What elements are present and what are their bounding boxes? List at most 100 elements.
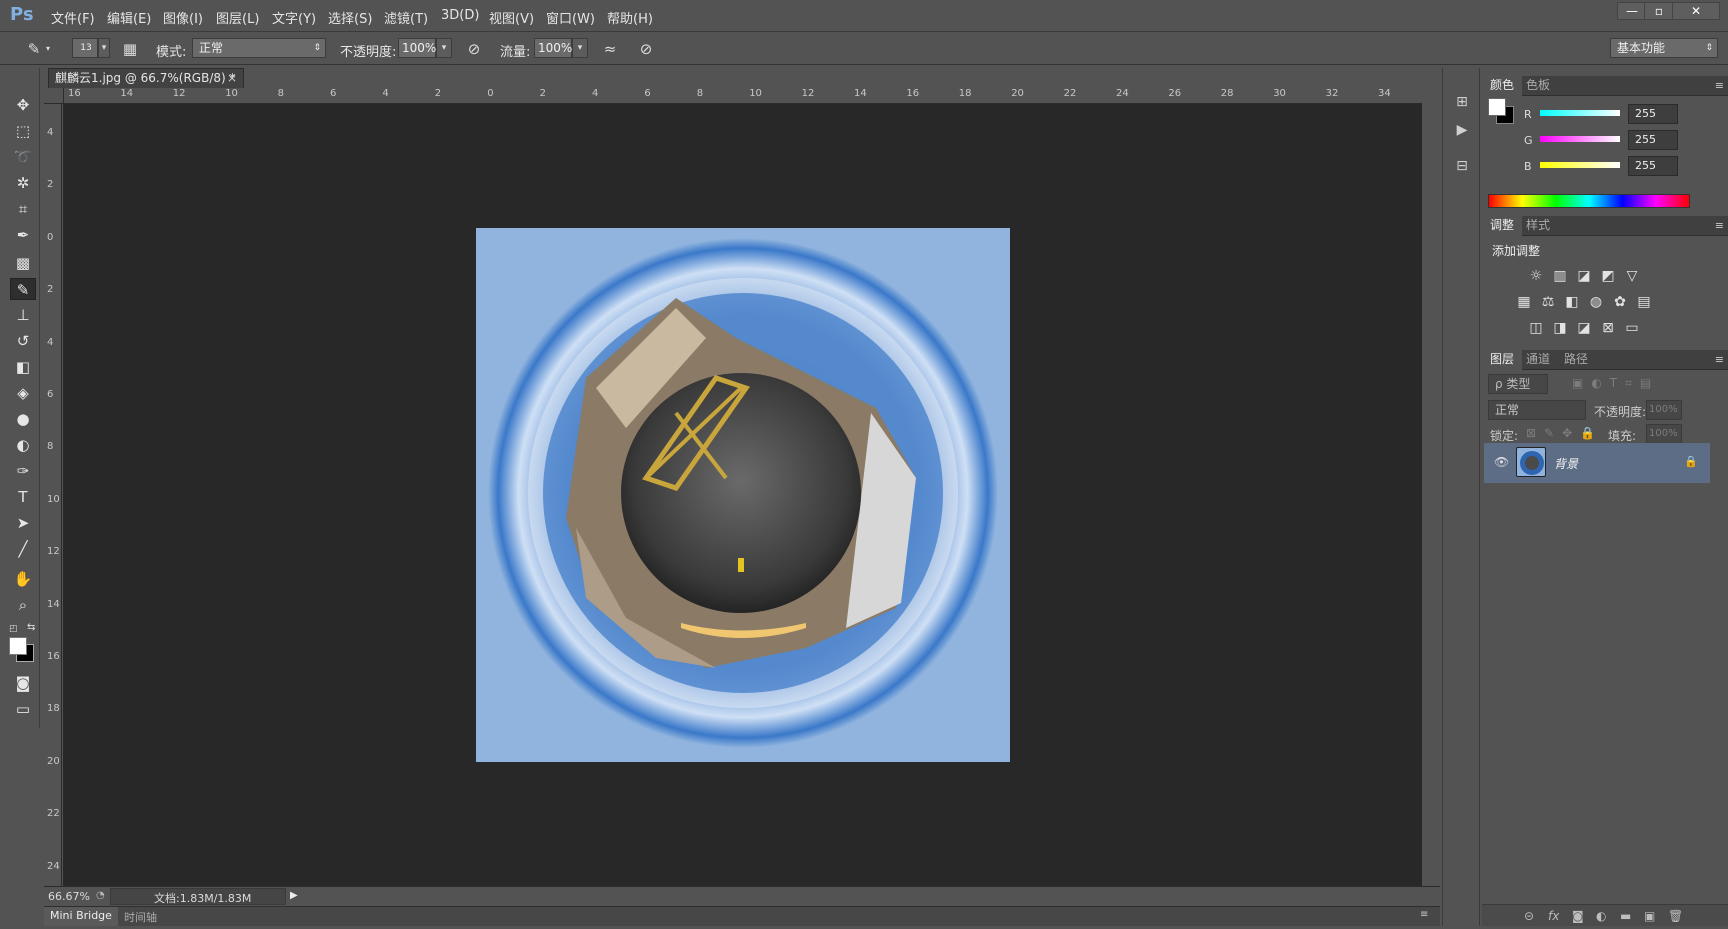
layer-opacity-input[interactable]: 100% <box>1646 400 1682 420</box>
blue-slider[interactable] <box>1540 162 1620 168</box>
quick-mask-icon[interactable]: ◙ <box>10 672 36 694</box>
color-balance-icon[interactable]: ⚖ <box>1538 292 1558 312</box>
menu-image[interactable]: 图像(I) <box>163 8 203 27</box>
new-group-icon[interactable]: ▬ <box>1620 909 1631 923</box>
panel-menu-icon[interactable]: ≡ <box>1420 909 1428 920</box>
hue-saturation-icon[interactable]: ▦ <box>1514 292 1534 312</box>
red-slider[interactable] <box>1540 110 1620 116</box>
levels-icon[interactable]: ▥ <box>1550 266 1570 286</box>
ruler-horizontal[interactable]: 16 14 12 10 8 6 4 2 0 2 4 6 8 10 12 14 16 18 20 22 24 26 28 30 3… <box>64 88 1422 104</box>
blend-mode-select[interactable]: 正常 <box>1488 400 1586 420</box>
posterize-icon[interactable]: ◨ <box>1550 318 1570 338</box>
brush-panel-toggle-icon[interactable]: ▦ <box>120 39 140 59</box>
brush-size-dropdown[interactable]: ▾ <box>98 38 110 58</box>
pressure-opacity-icon[interactable]: ⊘ <box>464 39 484 59</box>
clone-stamp-tool-icon[interactable]: ⊥ <box>10 304 36 326</box>
vibrance-icon[interactable]: ▽ <box>1622 266 1642 286</box>
layer-filter-select[interactable]: ρ 类型 <box>1488 374 1548 394</box>
dodge-tool-icon[interactable]: ◐ <box>10 434 36 456</box>
chevron-down-icon[interactable]: ▾ <box>42 39 54 59</box>
swap-colors-icon[interactable]: ⇆ <box>27 622 35 633</box>
brush-preset-icon[interactable]: ✎ <box>24 39 44 59</box>
airbrush-icon[interactable]: ≈ <box>600 39 620 59</box>
menu-select[interactable]: 选择(S) <box>328 8 372 27</box>
menu-type[interactable]: 文字(Y) <box>272 8 316 27</box>
green-input[interactable]: 255 <box>1628 130 1678 150</box>
layer-row-background[interactable]: 👁 背景 🔒 <box>1484 443 1710 483</box>
restore-button[interactable]: ▫ <box>1644 2 1674 20</box>
add-mask-icon[interactable]: ◙ <box>1572 909 1584 923</box>
new-layer-icon[interactable]: ▣ <box>1644 909 1655 923</box>
ruler-vertical[interactable]: 4 2 0 2 4 6 8 10 12 14 16 18 20 22 24 <box>44 104 62 886</box>
exposure-icon[interactable]: ◩ <box>1598 266 1618 286</box>
tab-color[interactable]: 颜色 <box>1482 76 1523 96</box>
properties-panel-icon[interactable]: ⊟ <box>1452 156 1472 176</box>
actions-panel-icon[interactable]: ▶ <box>1452 120 1472 140</box>
brightness-contrast-icon[interactable]: ☼ <box>1526 266 1546 286</box>
hand-tool-icon[interactable]: ✋ <box>10 568 36 590</box>
new-adjustment-icon[interactable]: ◐ <box>1596 909 1606 923</box>
status-menu-arrow-icon[interactable]: ▶ <box>290 890 298 901</box>
minimize-button[interactable]: — <box>1617 2 1647 20</box>
opacity-input[interactable]: 100% <box>398 38 436 58</box>
color-panel-fg-swatch[interactable] <box>1488 98 1506 116</box>
brush-tool-icon[interactable]: ✎ <box>10 278 36 300</box>
close-icon[interactable]: × <box>227 69 237 88</box>
trash-icon[interactable]: 🗑 <box>1668 909 1683 923</box>
threshold-icon[interactable]: ◪ <box>1574 318 1594 338</box>
screen-mode-icon[interactable]: ▭ <box>10 698 36 720</box>
layer-filter-icons[interactable]: ▣◐T⌗▤ <box>1572 376 1659 391</box>
tab-paths[interactable]: 路径 <box>1556 350 1596 370</box>
marquee-tool-icon[interactable]: ⬚ <box>10 120 36 142</box>
menu-filter[interactable]: 滤镜(T) <box>384 8 428 27</box>
status-info-icon[interactable]: ◔ <box>96 890 105 901</box>
lock-options-icons[interactable]: ⊠✎✥🔒 <box>1526 426 1603 440</box>
gradient-map-icon[interactable]: ▭ <box>1622 318 1642 338</box>
blur-tool-icon[interactable]: ● <box>10 408 36 430</box>
panel-menu-icon[interactable]: ≡ <box>1715 219 1724 232</box>
default-colors-icon[interactable]: ◰ <box>9 624 18 634</box>
eyedropper-tool-icon[interactable]: ✒ <box>10 224 36 246</box>
channel-mixer-icon[interactable]: ✿ <box>1610 292 1630 312</box>
brush-size-picker[interactable]: 13 <box>72 38 98 58</box>
fx-icon[interactable]: fx <box>1548 909 1559 923</box>
opacity-dropdown[interactable]: ▾ <box>436 38 452 58</box>
zoom-tool-icon[interactable]: ⌕ <box>10 594 36 616</box>
color-spectrum-ramp[interactable] <box>1488 194 1690 208</box>
black-white-icon[interactable]: ◧ <box>1562 292 1582 312</box>
menu-layer[interactable]: 图层(L) <box>216 8 259 27</box>
menu-edit[interactable]: 编辑(E) <box>107 8 151 27</box>
link-layers-icon[interactable]: ⊝ <box>1524 909 1534 923</box>
crop-tool-icon[interactable]: ⌗ <box>10 198 36 220</box>
ruler-origin[interactable] <box>44 88 64 104</box>
fill-input[interactable]: 100% <box>1646 424 1682 444</box>
selective-color-icon[interactable]: ⊠ <box>1598 318 1618 338</box>
close-window-button[interactable]: ✕ <box>1672 2 1720 20</box>
curves-icon[interactable]: ◪ <box>1574 266 1594 286</box>
menu-help[interactable]: 帮助(H) <box>607 8 653 27</box>
document-image[interactable] <box>476 228 1010 762</box>
workspace-select[interactable]: 基本功能 ⇕ <box>1610 38 1718 58</box>
panel-menu-icon[interactable]: ≡ <box>1715 79 1724 92</box>
color-lookup-icon[interactable]: ▤ <box>1634 292 1654 312</box>
menu-window[interactable]: 窗口(W) <box>546 8 595 27</box>
foreground-color-swatch[interactable] <box>9 637 27 655</box>
move-tool-icon[interactable]: ✥ <box>10 94 36 116</box>
history-panel-icon[interactable]: ⊞ <box>1452 92 1472 112</box>
menu-3d[interactable]: 3D(D) <box>441 8 479 23</box>
tab-swatches[interactable]: 色板 <box>1518 76 1558 96</box>
tab-styles[interactable]: 样式 <box>1518 216 1558 236</box>
path-selection-tool-icon[interactable]: ➤ <box>10 512 36 534</box>
tab-channels[interactable]: 通道 <box>1518 350 1558 370</box>
red-input[interactable]: 255 <box>1628 104 1678 124</box>
visibility-eye-icon[interactable]: 👁 <box>1494 455 1509 469</box>
paint-bucket-tool-icon[interactable]: ◈ <box>10 382 36 404</box>
type-tool-icon[interactable]: T <box>10 486 36 508</box>
flow-dropdown[interactable]: ▾ <box>572 38 588 58</box>
vertical-scrollbar[interactable] <box>1422 88 1440 886</box>
menu-file[interactable]: 文件(F) <box>51 8 95 27</box>
healing-brush-tool-icon[interactable]: ▩ <box>10 252 36 274</box>
pen-tool-icon[interactable]: ✑ <box>10 460 36 482</box>
pressure-size-icon[interactable]: ⊘ <box>636 39 656 59</box>
eraser-tool-icon[interactable]: ◧ <box>10 356 36 378</box>
